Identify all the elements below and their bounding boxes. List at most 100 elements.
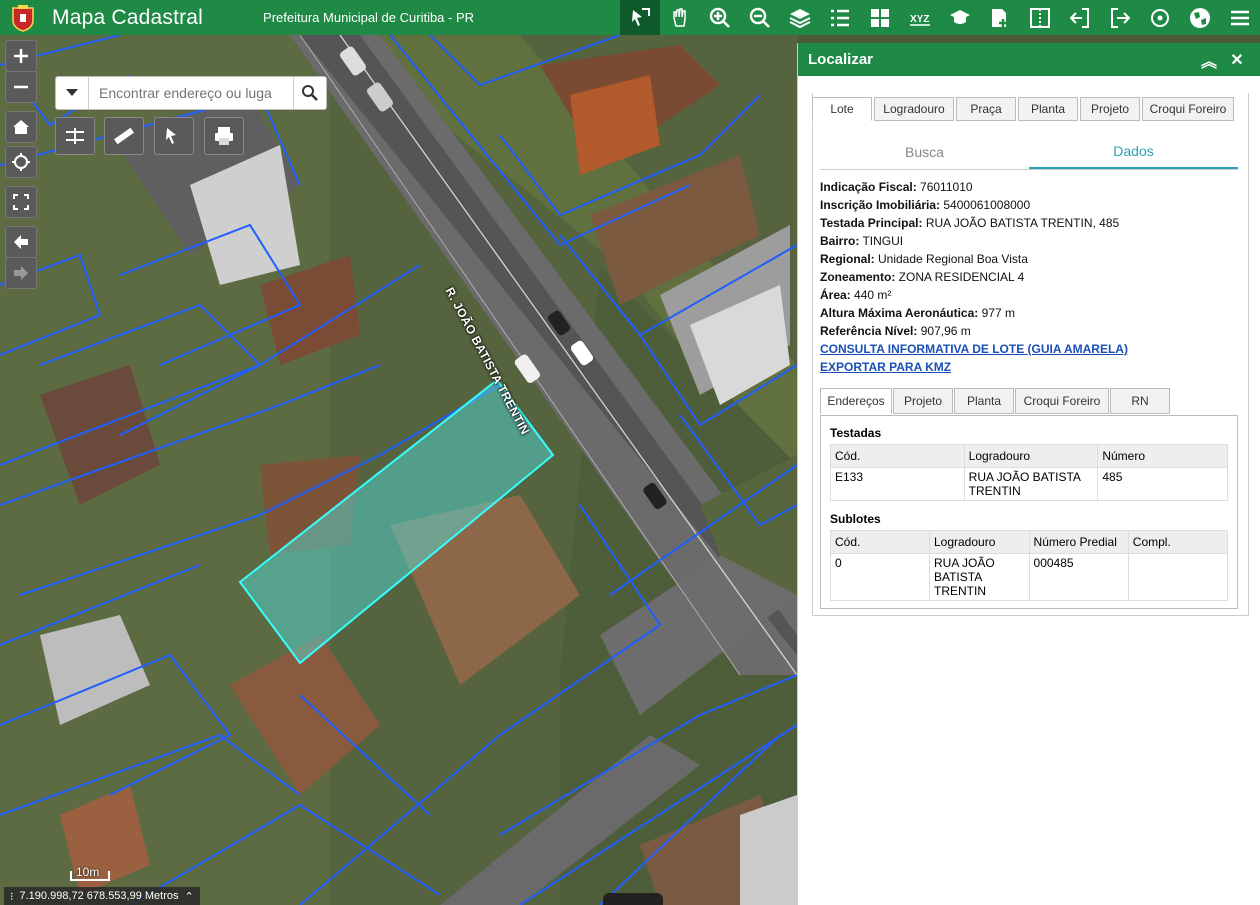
field-label: Regional:: [820, 252, 875, 266]
home-icon: [13, 120, 29, 134]
collapse-icon[interactable]: ︽: [1195, 48, 1223, 72]
export-icon: [1111, 7, 1131, 28]
zoom-in-button[interactable]: [5, 40, 37, 72]
field-row: Testada Principal: RUA JOÃO BATISTA TREN…: [820, 214, 1128, 232]
tab-praça[interactable]: Praça: [956, 97, 1016, 121]
field-value: 440 m²: [850, 288, 892, 302]
location-icon: [1151, 8, 1169, 27]
globe-button[interactable]: [1180, 0, 1220, 35]
import-button[interactable]: [1060, 0, 1100, 35]
tab-dados[interactable]: Dados: [1029, 135, 1238, 169]
detail-tab-rn[interactable]: RN: [1110, 388, 1170, 414]
identify-icon: [632, 7, 650, 26]
layers-button[interactable]: [780, 0, 820, 35]
table-cell: RUA JOÃO BATISTA TRENTIN: [928, 553, 1030, 601]
field-value: 76011010: [916, 180, 973, 194]
import-icon: [1069, 7, 1089, 28]
detail-tab-croqui-foreiro[interactable]: Croqui Foreiro: [1015, 388, 1109, 414]
xyz-button[interactable]: XYZ: [900, 0, 940, 35]
table-cell: 485: [1097, 467, 1228, 501]
field-row: Bairro: TINGUI: [820, 232, 1128, 250]
tab-busca[interactable]: Busca: [820, 135, 1029, 169]
close-icon[interactable]: ✕: [1223, 50, 1251, 70]
search-input[interactable]: [89, 77, 293, 109]
home-button[interactable]: [5, 111, 37, 143]
app-window: Mapa Cadastral Prefeitura Municipal de C…: [0, 0, 1260, 905]
search-type-tabs: Lote Logradouro Praça Planta Projeto Croqui F…: [812, 97, 1234, 121]
search-source-dropdown[interactable]: [56, 77, 89, 109]
field-row: Inscrição Imobiliária: 5400061008000: [820, 196, 1128, 214]
location-button[interactable]: [1140, 0, 1180, 35]
previous-extent-button[interactable]: [5, 226, 37, 258]
field-label: Área:: [820, 288, 851, 302]
field-value: 5400061008000: [940, 198, 1031, 212]
table-cell: RUA JOÃO BATISTA TRENTIN: [963, 467, 1099, 501]
next-extent-button[interactable]: [5, 257, 37, 289]
consulta-informativa-link[interactable]: CONSULTA INFORMATIVA DE LOTE (GUIA AMARE…: [820, 340, 1128, 358]
detail-tab-planta[interactable]: Planta: [954, 388, 1014, 414]
legend-button[interactable]: [820, 0, 860, 35]
app-header: Mapa Cadastral Prefeitura Municipal de C…: [0, 0, 1260, 35]
column-header: Compl.: [1127, 530, 1229, 554]
table-row: E133 RUA JOÃO BATISTA TRENTIN 485: [830, 467, 1228, 501]
swipe-tool-button[interactable]: [55, 117, 95, 155]
zoom-out-icon: [749, 7, 770, 28]
search-button[interactable]: [293, 77, 326, 109]
layers-icon: [789, 8, 811, 28]
sublotes-table: Cód. Logradouro Número Predial Compl. 0 RUA J…: [830, 530, 1229, 601]
detail-tabs: Endereços Projeto Planta Croqui Foreiro RN: [820, 388, 1170, 414]
zoom-in-icon: [709, 7, 730, 28]
field-row: Indicação Fiscal: 76011010: [820, 178, 1128, 196]
zoom-out-button[interactable]: [5, 71, 37, 103]
tab-logradouro[interactable]: Logradouro: [874, 97, 954, 121]
field-row: Referência Nível: 907,96 m: [820, 322, 1128, 340]
zoom-out-button[interactable]: [740, 0, 780, 35]
menu-icon: [1231, 10, 1249, 25]
measure-tool-button[interactable]: [104, 117, 144, 155]
svg-text:XYZ: XYZ: [910, 14, 929, 25]
city-crest-logo: [8, 4, 38, 32]
pan-button[interactable]: [660, 0, 700, 35]
map-view[interactable]: R. JOÃO BATISTA TRENTIN 10m ⁝ 7.190.998,…: [0, 35, 797, 905]
fullscreen-button[interactable]: [5, 186, 37, 218]
detail-tab-endereços[interactable]: Endereços: [820, 388, 892, 414]
tab-croqui-foreiro[interactable]: Croqui Foreiro: [1142, 97, 1234, 121]
tab-lote[interactable]: Lote: [812, 97, 872, 121]
education-button[interactable]: [940, 0, 980, 35]
add-data-button[interactable]: [980, 0, 1020, 35]
select-tool-button[interactable]: [154, 117, 194, 155]
locate-button[interactable]: [5, 146, 37, 178]
exportar-kmz-link[interactable]: EXPORTAR PARA KMZ: [820, 358, 1128, 376]
bottom-panel-handle[interactable]: [603, 893, 663, 905]
column-header: Número Predial: [1028, 530, 1129, 554]
fullscreen-icon: [13, 194, 29, 210]
print-button[interactable]: [204, 117, 244, 155]
table-cell: 0: [830, 553, 930, 601]
tab-planta[interactable]: Planta: [1018, 97, 1078, 121]
education-icon: [950, 9, 970, 24]
compare-button[interactable]: [1020, 0, 1060, 35]
field-value: RUA JOÃO BATISTA TRENTIN, 485: [922, 216, 1120, 230]
address-search: [55, 76, 327, 110]
zoom-in-button[interactable]: [700, 0, 740, 35]
compare-icon: [1030, 7, 1050, 28]
basemap-button[interactable]: [860, 0, 900, 35]
field-value: ZONA RESIDENCIAL 4: [895, 270, 1025, 284]
coords-menu-icon[interactable]: ⁝: [10, 890, 14, 903]
lot-details: Indicação Fiscal: 76011010 Inscrição Imob…: [820, 178, 1128, 376]
chevron-up-icon[interactable]: ⌃: [185, 890, 194, 903]
tab-projeto[interactable]: Projeto: [1080, 97, 1140, 121]
export-button[interactable]: [1100, 0, 1140, 35]
ruler-icon: [114, 127, 134, 145]
table-cell: E133: [830, 467, 965, 501]
detail-tab-projeto[interactable]: Projeto: [893, 388, 953, 414]
field-row: Regional: Unidade Regional Boa Vista: [820, 250, 1128, 268]
identify-button[interactable]: [620, 0, 660, 35]
globe-icon: [1190, 7, 1210, 28]
arrow-right-icon: [14, 266, 28, 280]
crosshair-icon: [12, 153, 30, 171]
caret-down-icon: [66, 89, 78, 96]
select-cursor-icon: [166, 128, 176, 144]
testadas-title: Testadas: [830, 426, 882, 440]
menu-button[interactable]: [1220, 0, 1260, 35]
